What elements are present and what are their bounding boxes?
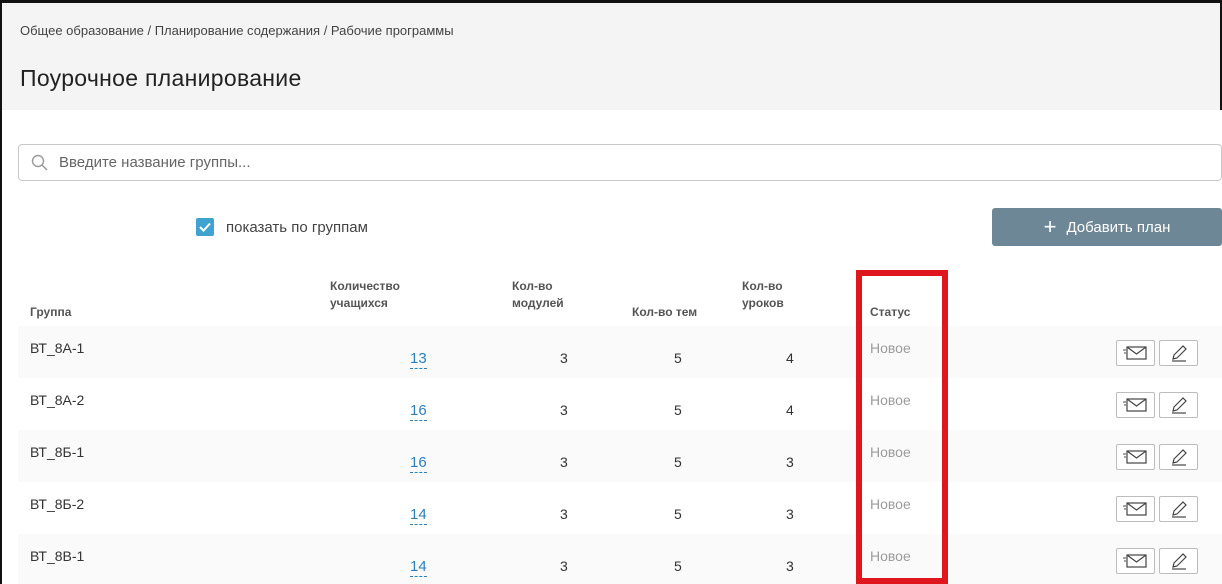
row-actions <box>1116 444 1202 472</box>
edit-button[interactable] <box>1159 548 1198 574</box>
status-text: Новое <box>870 444 911 460</box>
add-plan-label: Добавить план <box>1066 218 1171 236</box>
edit-button[interactable] <box>1159 392 1198 418</box>
students-count-link[interactable]: 13 <box>410 350 427 369</box>
group-name: ВТ_8А-2 <box>30 392 85 408</box>
students-count-link[interactable]: 14 <box>410 506 427 525</box>
status-text: Новое <box>870 548 911 564</box>
column-header-modules-line2: модулей <box>512 296 564 310</box>
edit-button[interactable] <box>1159 444 1198 470</box>
pencil-icon <box>1171 345 1187 362</box>
add-plan-button[interactable]: + Добавить план <box>992 208 1222 246</box>
pencil-icon <box>1171 501 1187 518</box>
column-header-lessons-line1: Кол-во <box>742 279 783 293</box>
lessons-count: 3 <box>786 454 794 470</box>
group-name: ВТ_8В-1 <box>30 548 85 564</box>
lessons-count: 3 <box>786 506 794 522</box>
table-row: ВТ_8Б-2 14 3 5 3 Новое <box>18 482 1222 534</box>
table-row: ВТ_8Б-1 16 3 5 3 Новое <box>18 430 1222 482</box>
search-icon <box>31 154 48 170</box>
lessons-count: 4 <box>786 350 794 366</box>
column-header-students-line2: учащихся <box>330 296 388 310</box>
pencil-icon <box>1171 449 1187 466</box>
plans-table: Группа Количество учащихся Кол-во модуле… <box>18 266 1222 584</box>
row-actions <box>1116 392 1202 420</box>
header-bar: Общее образование / Планирование содержа… <box>0 0 1222 110</box>
show-by-groups-label: показать по группам <box>226 218 368 236</box>
column-header-group[interactable]: Группа <box>30 304 71 321</box>
status-text: Новое <box>870 392 911 408</box>
modules-count: 3 <box>560 558 568 574</box>
topics-count: 5 <box>674 454 682 470</box>
page-title: Поурочное планирование <box>20 65 302 91</box>
show-by-groups-checkbox[interactable] <box>196 218 214 236</box>
table-row: ВТ_8В-1 14 3 5 3 Новое <box>18 534 1222 584</box>
topics-count: 5 <box>674 558 682 574</box>
students-count-link[interactable]: 14 <box>410 558 427 577</box>
column-header-students[interactable]: Количество учащихся <box>330 278 400 312</box>
column-header-topics[interactable]: Кол-во тем <box>632 304 697 321</box>
table-row: ВТ_8А-2 16 3 5 4 Новое <box>18 378 1222 430</box>
column-header-lessons-line2: уроков <box>742 296 784 310</box>
send-button[interactable] <box>1116 548 1155 574</box>
search-input[interactable] <box>59 154 1159 171</box>
row-actions <box>1116 340 1202 368</box>
pencil-icon <box>1171 553 1187 570</box>
lessons-count: 3 <box>786 558 794 574</box>
plus-icon: + <box>1043 214 1057 239</box>
students-count-link[interactable]: 16 <box>410 402 427 421</box>
column-header-lessons[interactable]: Кол-во уроков <box>742 278 784 312</box>
send-button[interactable] <box>1116 496 1155 522</box>
column-header-modules-line1: Кол-во <box>512 279 553 293</box>
checkmark-icon <box>199 222 211 232</box>
group-name: ВТ_8А-1 <box>30 340 85 356</box>
lessons-count: 4 <box>786 402 794 418</box>
row-actions <box>1116 548 1202 576</box>
column-header-modules[interactable]: Кол-во модулей <box>512 278 564 312</box>
envelope-icon <box>1122 346 1147 360</box>
modules-count: 3 <box>560 350 568 366</box>
envelope-icon <box>1122 398 1147 412</box>
column-header-students-line1: Количество <box>330 279 400 293</box>
topics-count: 5 <box>674 350 682 366</box>
status-text: Новое <box>870 496 911 512</box>
left-border <box>0 110 2 584</box>
edit-button[interactable] <box>1159 496 1198 522</box>
search-box[interactable] <box>18 144 1222 181</box>
status-text: Новое <box>870 340 911 356</box>
topics-count: 5 <box>674 402 682 418</box>
table-body: ВТ_8А-1 13 3 5 4 Новое ВТ_8А-2 16 3 5 4 … <box>18 326 1222 584</box>
table-row: ВТ_8А-1 13 3 5 4 Новое <box>18 326 1222 378</box>
row-actions <box>1116 496 1202 524</box>
send-button[interactable] <box>1116 340 1155 366</box>
modules-count: 3 <box>560 506 568 522</box>
group-name: ВТ_8Б-2 <box>30 496 85 512</box>
modules-count: 3 <box>560 454 568 470</box>
pencil-icon <box>1171 397 1187 414</box>
send-button[interactable] <box>1116 392 1155 418</box>
breadcrumb[interactable]: Общее образование / Планирование содержа… <box>20 23 454 38</box>
table-header: Группа Количество учащихся Кол-во модуле… <box>18 266 1222 326</box>
group-name: ВТ_8Б-1 <box>30 444 85 460</box>
students-count-link[interactable]: 16 <box>410 454 427 473</box>
envelope-icon <box>1122 450 1147 464</box>
modules-count: 3 <box>560 402 568 418</box>
send-button[interactable] <box>1116 444 1155 470</box>
edit-button[interactable] <box>1159 340 1198 366</box>
column-header-status[interactable]: Статус <box>870 304 910 321</box>
envelope-icon <box>1122 502 1147 516</box>
group-toggle[interactable]: показать по группам <box>196 218 368 236</box>
topics-count: 5 <box>674 506 682 522</box>
envelope-icon <box>1122 554 1147 568</box>
